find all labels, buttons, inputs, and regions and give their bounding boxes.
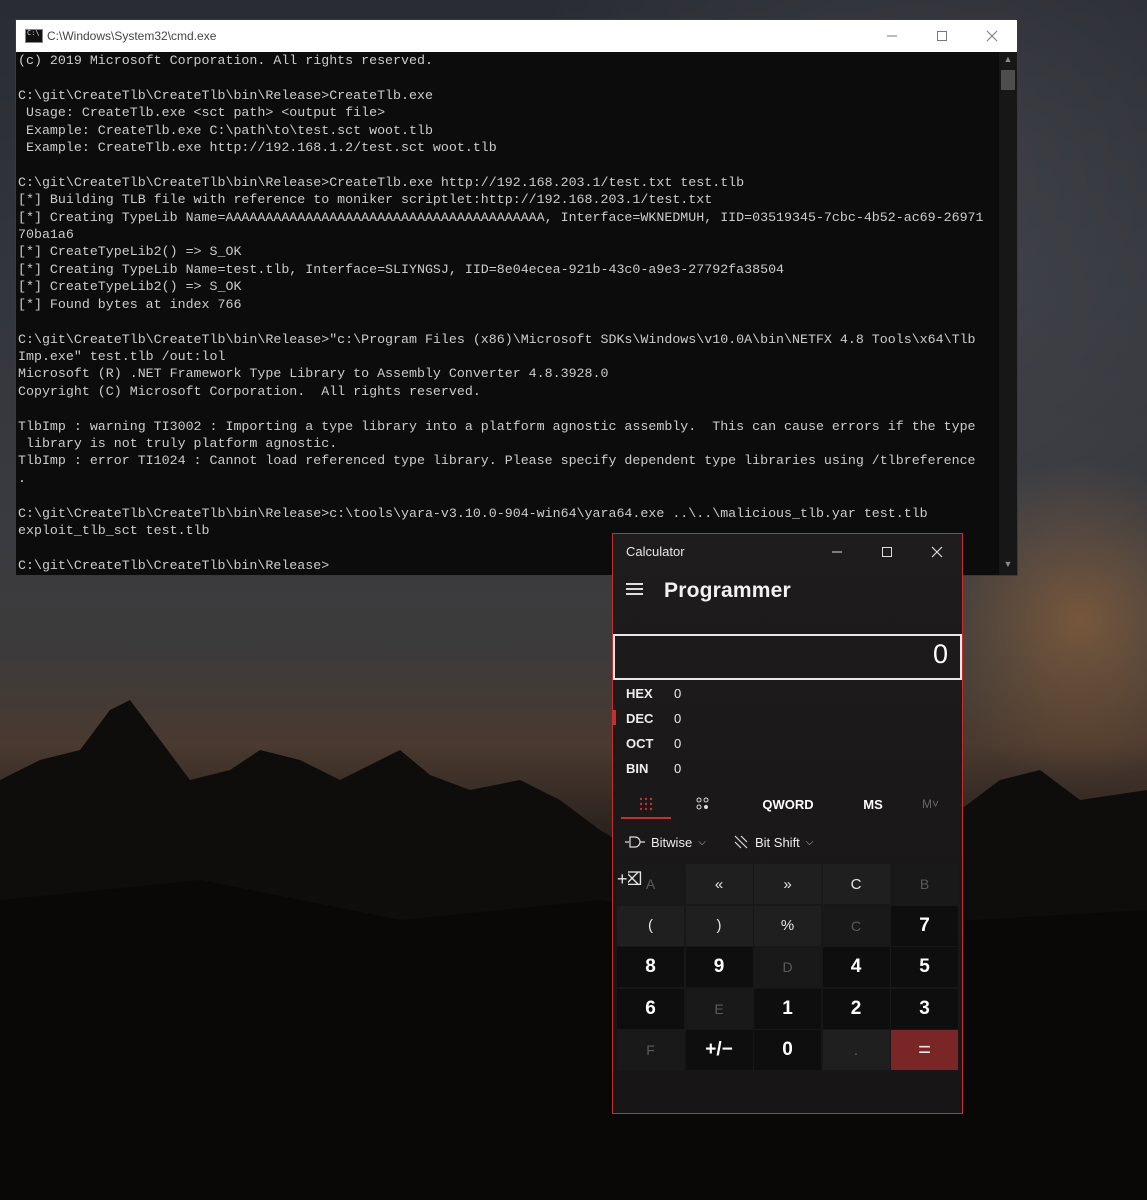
minimize-icon bbox=[887, 35, 897, 37]
maximize-icon bbox=[882, 546, 892, 557]
keypad-grid-icon bbox=[639, 797, 653, 811]
key-2[interactable]: 2 bbox=[822, 988, 890, 1029]
cmd-window[interactable]: C:\Windows\System32\cmd.exe (c) 2019 Mic… bbox=[15, 19, 1018, 576]
bitshift-label: Bit Shift bbox=[755, 834, 800, 850]
close-button[interactable] bbox=[967, 20, 1017, 52]
hamburger-menu-icon[interactable] bbox=[626, 583, 643, 596]
memory-store-button[interactable]: MS bbox=[853, 789, 893, 819]
calculator-title: Calculator bbox=[626, 544, 685, 559]
display-value: 0 bbox=[932, 639, 948, 669]
key-negate[interactable]: +/− bbox=[685, 1030, 753, 1070]
radix-value: 0 bbox=[674, 711, 682, 726]
key-clear[interactable]: C bbox=[822, 864, 890, 904]
key-f[interactable]: F bbox=[617, 1030, 684, 1070]
scroll-thumb[interactable] bbox=[1001, 70, 1015, 90]
keypad-tabs: QWORD MS M˅ bbox=[613, 789, 962, 819]
scroll-up-icon[interactable]: ▲ bbox=[999, 54, 1017, 68]
key-1[interactable]: 1 bbox=[754, 988, 821, 1029]
key-0[interactable]: 0 bbox=[754, 1030, 821, 1070]
key-8[interactable]: 8 bbox=[617, 947, 684, 987]
key-e[interactable]: E bbox=[685, 988, 753, 1029]
close-icon bbox=[986, 30, 998, 42]
chevron-down-icon: ⌵ bbox=[698, 836, 706, 848]
chevron-down-icon: ⌵ bbox=[805, 836, 814, 848]
key-equals[interactable]: = bbox=[891, 1030, 958, 1070]
key-4[interactable]: 4 bbox=[822, 947, 890, 987]
active-tab-underline bbox=[621, 817, 671, 819]
radix-label: OCT bbox=[626, 736, 654, 751]
key-d[interactable]: D bbox=[754, 947, 821, 987]
mode-header: Programmer bbox=[613, 569, 962, 614]
maximize-icon bbox=[937, 31, 947, 41]
selected-indicator bbox=[613, 710, 616, 725]
keypad: A«»C⌫B()%÷C789×D456−E123+F+/−0.= bbox=[617, 864, 958, 1109]
radix-label: BIN bbox=[626, 761, 649, 776]
radix-value: 0 bbox=[674, 686, 682, 701]
radix-value: 0 bbox=[674, 761, 682, 776]
key-6[interactable]: 6 bbox=[617, 988, 684, 1029]
cmd-app-icon bbox=[25, 29, 43, 43]
maximize-button[interactable] bbox=[917, 20, 967, 52]
calculator-window[interactable]: Calculator Programmer 0 HEX 0 DEC 0 OCT … bbox=[612, 533, 963, 1114]
key-open-paren[interactable]: ( bbox=[617, 905, 684, 946]
memory-list-button[interactable]: M˅ bbox=[913, 789, 948, 819]
key-b[interactable]: B bbox=[891, 864, 958, 904]
cmd-window-title: C:\Windows\System32\cmd.exe bbox=[47, 29, 217, 43]
operator-menus: Bitwise ⌵ Bit Shift ⌵ bbox=[613, 827, 962, 857]
key-left-shift[interactable]: « bbox=[685, 864, 753, 904]
radix-row-hex[interactable]: HEX 0 bbox=[613, 681, 962, 706]
scroll-down-icon[interactable]: ▼ bbox=[999, 559, 1017, 573]
radix-row-dec[interactable]: DEC 0 bbox=[613, 706, 962, 731]
radix-label: HEX bbox=[626, 686, 653, 701]
key-5[interactable]: 5 bbox=[891, 947, 958, 987]
bitshift-dropdown[interactable]: Bit Shift ⌵ bbox=[733, 827, 813, 857]
mode-title: Programmer bbox=[664, 579, 791, 602]
console-text: (c) 2019 Microsoft Corporation. All righ… bbox=[18, 53, 984, 573]
console-output[interactable]: (c) 2019 Microsoft Corporation. All righ… bbox=[16, 52, 999, 575]
minimize-icon bbox=[832, 551, 842, 552]
cmd-titlebar[interactable]: C:\Windows\System32\cmd.exe bbox=[16, 20, 1017, 52]
radix-row-oct[interactable]: OCT 0 bbox=[613, 731, 962, 756]
radix-label: DEC bbox=[626, 711, 654, 726]
full-keypad-tab[interactable] bbox=[621, 789, 671, 819]
minimize-button[interactable] bbox=[867, 20, 917, 52]
key-right-shift[interactable]: » bbox=[754, 864, 821, 904]
mountain-silhouette bbox=[0, 700, 1147, 1200]
key-7[interactable]: 7 bbox=[891, 905, 958, 946]
key-decimal[interactable]: . bbox=[822, 1030, 890, 1070]
key-c[interactable]: C bbox=[822, 905, 890, 946]
radix-value: 0 bbox=[674, 736, 682, 751]
calculator-titlebar[interactable]: Calculator bbox=[613, 534, 962, 569]
key-mod[interactable]: % bbox=[754, 905, 821, 946]
key-add[interactable]: + bbox=[617, 864, 628, 894]
result-display: 0 bbox=[613, 634, 962, 680]
bit-shift-icon bbox=[734, 835, 748, 849]
logic-gate-icon bbox=[625, 836, 645, 848]
calc-minimize-button[interactable] bbox=[812, 534, 862, 569]
bitwise-label: Bitwise bbox=[651, 834, 693, 850]
close-icon bbox=[931, 546, 943, 557]
key-3[interactable]: 3 bbox=[891, 988, 958, 1029]
calc-maximize-button[interactable] bbox=[862, 534, 912, 569]
key-9[interactable]: 9 bbox=[685, 947, 753, 987]
radix-row-bin[interactable]: BIN 0 bbox=[613, 756, 962, 781]
vertical-scrollbar[interactable]: ▲ ▼ bbox=[999, 52, 1017, 575]
calc-close-button[interactable] bbox=[912, 534, 962, 569]
key-close-paren[interactable]: ) bbox=[685, 905, 753, 946]
bit-toggle-tab[interactable] bbox=[678, 789, 728, 819]
word-size-button[interactable]: QWORD bbox=[753, 789, 823, 819]
bitwise-dropdown[interactable]: Bitwise ⌵ bbox=[625, 827, 706, 857]
bit-toggle-icon bbox=[696, 797, 709, 810]
